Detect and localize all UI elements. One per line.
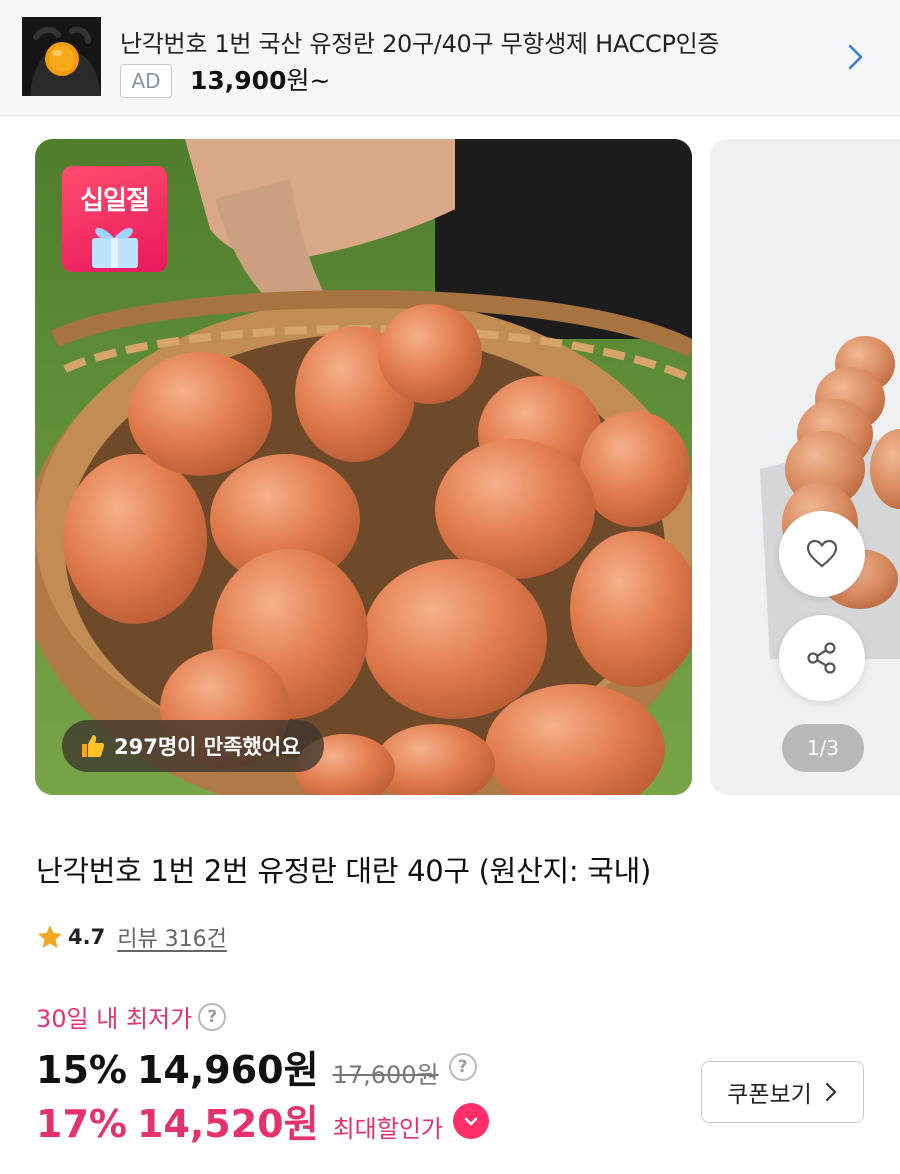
max-discount-price: 14,520원: [136, 1102, 319, 1146]
heart-icon: [806, 539, 838, 568]
share-icon: [807, 642, 836, 674]
ad-banner[interactable]: 난각번호 1번 국산 유정란 20구/40구 무항생제 HACCP인증 AD 1…: [0, 0, 900, 116]
max-discount-label: 최대할인가: [332, 1115, 443, 1143]
help-icon[interactable]: ?: [198, 1002, 227, 1031]
ad-thumbnail[interactable]: [22, 17, 101, 96]
max-discount-rate: 17%: [36, 1102, 127, 1146]
event-sticker: 십일절: [62, 166, 167, 272]
gift-box-icon: [92, 227, 138, 268]
star-icon: [36, 923, 64, 951]
product-title: 난각번호 1번 2번 유정란 대란 40구 (원산지: 국내): [36, 854, 651, 888]
satisfaction-text: 297명이 만족했어요: [114, 735, 301, 759]
ad-title[interactable]: 난각번호 1번 국산 유정란 20구/40구 무항생제 HACCP인증: [120, 24, 719, 59]
rating-value: 4.7: [68, 925, 106, 949]
lowest-price-row: 30일 내 최저가 ?: [36, 999, 227, 1034]
coupon-view-button[interactable]: 쿠폰보기: [701, 1061, 864, 1123]
ad-price-value: 13,900: [190, 66, 287, 95]
ad-price-suffix: 원~: [286, 66, 331, 95]
chevron-down-icon[interactable]: [452, 1102, 489, 1139]
rating-row: 4.7 리뷰 316건: [36, 921, 227, 953]
chevron-right-icon: [825, 1082, 836, 1102]
price-row: 15% 14,960원 17,600원 ?: [36, 1039, 477, 1094]
original-price: 17,600원: [332, 1061, 439, 1089]
share-button[interactable]: [779, 615, 865, 701]
coupon-view-label: 쿠폰보기: [727, 1082, 812, 1108]
satisfaction-badge: 297명이 만족했어요: [62, 720, 325, 772]
ad-badge: AD: [120, 64, 172, 98]
like-button[interactable]: [779, 511, 865, 597]
price-help-icon[interactable]: ?: [448, 1052, 477, 1081]
review-count-link[interactable]: 리뷰 316건: [117, 921, 227, 953]
sale-price: 14,960원: [136, 1048, 319, 1092]
egg-yolk-in-gloved-hand-image: [22, 17, 101, 96]
discount-rate: 15%: [36, 1048, 127, 1092]
thumbs-up-icon: [78, 732, 106, 760]
chevron-right-icon[interactable]: [840, 40, 870, 74]
image-pager: 1/3: [782, 724, 864, 772]
ad-price: 13,900원~: [190, 64, 330, 98]
max-discount-row: 17% 14,520원 최대할인가: [36, 1093, 489, 1148]
lowest-price-label: 30일 내 최저가: [36, 1005, 193, 1033]
